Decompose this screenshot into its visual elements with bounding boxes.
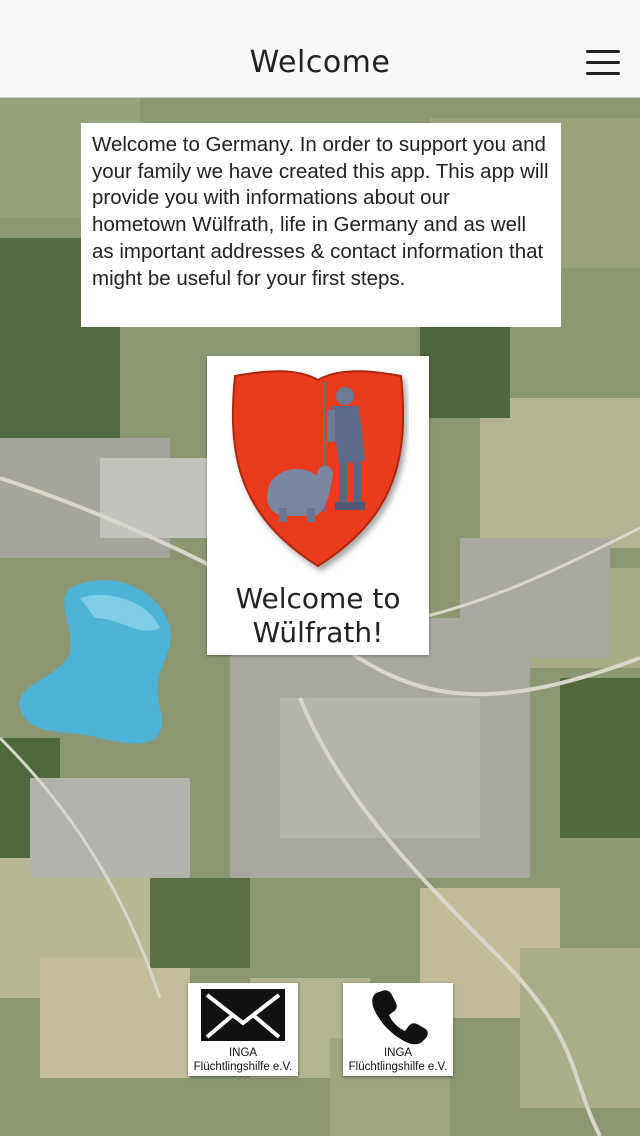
envelope-icon [201,989,285,1041]
crest-caption-line1: Welcome to [235,582,401,615]
page-title: Welcome [249,45,391,80]
phone-contact-line1: INGA [383,1047,413,1059]
phone-contact-button[interactable]: INGA Flüchtlingshilfe e.V. [343,983,453,1076]
wuelfrath-coat-of-arms-icon [231,370,405,568]
phone-icon [372,990,428,1045]
crest-caption-line2: Wülfrath! [252,616,384,649]
hamburger-menu-icon[interactable] [586,50,620,78]
email-contact-line2: Flüchtlingshilfe e.V. [193,1061,293,1073]
wuelfrath-crest-card[interactable]: Welcome to Wülfrath! [207,356,429,655]
welcome-intro-text: Welcome to Germany. In order to support … [81,123,561,327]
phone-contact-line2: Flüchtlingshilfe e.V. [348,1061,448,1073]
top-navigation-bar: Welcome [0,0,640,98]
email-contact-line1: INGA [228,1047,258,1059]
email-contact-button[interactable]: INGA Flüchtlingshilfe e.V. [188,983,298,1076]
